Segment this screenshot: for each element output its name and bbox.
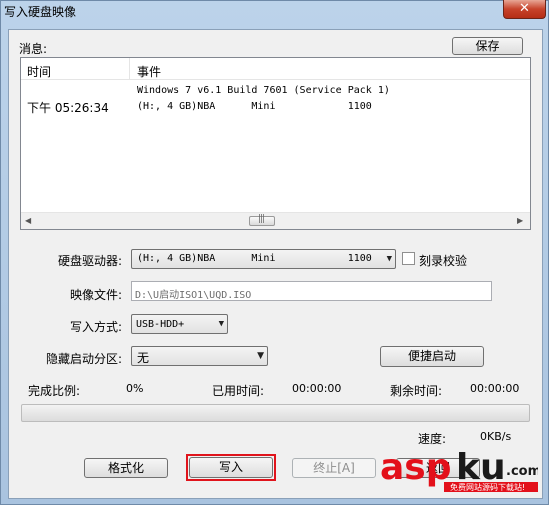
remaining-value: 00:00:00: [470, 382, 520, 395]
image-file-field[interactable]: D:\U启动ISO1\UQD.ISO: [131, 281, 492, 301]
svg-text:ku: ku: [456, 447, 506, 488]
speed-label: 速度:: [418, 432, 447, 446]
svg-text:asp: asp: [380, 447, 452, 488]
done-ratio-label: 完成比例:: [28, 384, 81, 398]
hidden-partition-value: 无: [137, 351, 150, 365]
grip-icon: |||: [258, 214, 265, 224]
list-rows: Windows 7 v6.1 Build 7601 (Service Pack …: [21, 83, 530, 117]
write-button[interactable]: 写入: [189, 457, 273, 478]
close-button[interactable]: ✕: [503, 0, 546, 19]
speed-value: 0KB/s: [480, 430, 512, 443]
chevron-down-icon: ▼: [386, 254, 392, 264]
list-item-time: 下午 05:26:34: [27, 101, 109, 115]
column-separator[interactable]: [129, 58, 130, 80]
list-item-event: (H:, 4 GB)NBA Mini 1100: [137, 101, 372, 112]
verify-checkbox[interactable]: [402, 252, 415, 265]
format-button[interactable]: 格式化: [84, 458, 168, 478]
drive-label: 硬盘驱动器:: [58, 254, 123, 268]
save-button[interactable]: 保存: [452, 37, 523, 55]
hidden-partition-label: 隐藏启动分区:: [46, 352, 123, 366]
svg-text:免费网站源码下载站!: 免费网站源码下载站!: [450, 482, 525, 492]
done-ratio-value: 0%: [126, 382, 144, 395]
column-header-event[interactable]: 事件: [137, 63, 161, 80]
image-file-value: D:\U启动ISO1\UQD.ISO: [135, 290, 252, 301]
quick-boot-button[interactable]: 便捷启动: [380, 346, 484, 367]
remaining-label: 剩余时间:: [390, 384, 443, 398]
write-mode-value: USB-HDD+: [136, 319, 185, 330]
messages-label: 消息:: [19, 42, 48, 56]
chevron-down-icon: ▼: [257, 351, 264, 361]
watermark-graphic: asp ku .com 免费网站源码下载站!: [380, 447, 541, 492]
image-file-label: 映像文件:: [70, 288, 123, 302]
write-mode-select[interactable]: USB-HDD+ ▼: [131, 314, 228, 334]
chevron-down-icon: ▼: [218, 319, 224, 329]
drive-select[interactable]: (H:, 4 GB)NBA Mini 1100 ▼: [131, 249, 396, 269]
progress-bar: [21, 404, 530, 422]
scroll-thumb[interactable]: |||: [249, 214, 275, 226]
verify-label: 刻录校验: [419, 254, 468, 268]
watermark-logo: asp ku .com 免费网站源码下载站!: [378, 447, 541, 492]
column-header-time[interactable]: 时间: [27, 63, 51, 80]
horizontal-scrollbar[interactable]: ◀ ||| ▶: [21, 212, 530, 229]
drive-select-value: (H:, 4 GB)NBA Mini 1100: [137, 253, 372, 264]
title-bar[interactable]: 写入硬盘映像: [0, 0, 549, 22]
hidden-partition-select[interactable]: 无 ▼: [131, 346, 268, 366]
abort-button[interactable]: 终止[A]: [292, 458, 376, 478]
elapsed-value: 00:00:00: [292, 382, 342, 395]
svg-text:.com: .com: [506, 464, 538, 479]
list-item-event: Windows 7 v6.1 Build 7601 (Service Pack …: [137, 85, 390, 96]
write-mode-label: 写入方式:: [70, 320, 123, 334]
message-list[interactable]: 时间 事件 Windows 7 v6.1 Build 7601 (Service…: [20, 57, 531, 230]
window-title: 写入硬盘映像: [4, 5, 77, 19]
list-header: 时间 事件: [21, 58, 530, 80]
scroll-left-icon[interactable]: ◀: [25, 216, 31, 225]
elapsed-label: 已用时间:: [212, 384, 265, 398]
scroll-right-icon[interactable]: ▶: [517, 216, 523, 225]
